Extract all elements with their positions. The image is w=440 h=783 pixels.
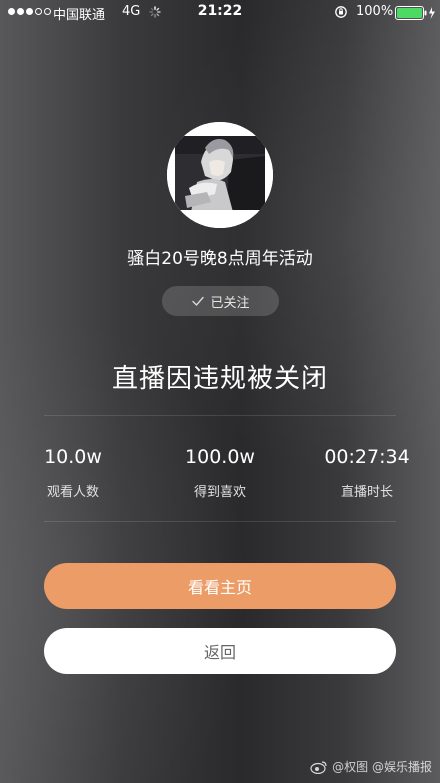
viewers-value: 10.0w [44,446,102,468]
battery-charging-icon [395,6,435,20]
live-closed-headline: 直播因违规被关闭 [111,364,328,394]
followed-badge[interactable]: 已关注 [162,286,279,316]
divider [44,521,396,522]
likes-value: 100.0w [185,446,255,468]
visit-homepage-button[interactable]: 看看主页 [44,563,396,609]
weibo-logo-icon [310,760,327,774]
streamer-name: 骚白20号晚8点周年活动 [127,249,313,269]
weibo-watermark: @权图 @娱乐播报 [310,758,432,775]
avatar-illustration [167,122,273,228]
duration-value: 00:27:34 [324,446,410,468]
divider [44,415,396,416]
battery-percentage: 100% [356,4,394,19]
live-ended-screen: 中国联通 4G 21:22 100% 骚白20号晚8点周年活动 已关注 直播因违… [0,0,440,783]
followed-label: 已关注 [210,295,250,311]
checkmark-icon [192,296,205,306]
orientation-lock-icon [335,6,347,18]
streamer-avatar[interactable] [167,122,273,228]
duration-label: 直播时长 [340,485,393,500]
back-button[interactable]: 返回 [44,628,396,674]
status-bar: 中国联通 4G 21:22 100% [0,0,440,26]
watermark-text: @权图 @娱乐播报 [332,760,432,774]
likes-label: 得到喜欢 [193,485,246,500]
viewers-label: 观看人数 [46,485,99,500]
